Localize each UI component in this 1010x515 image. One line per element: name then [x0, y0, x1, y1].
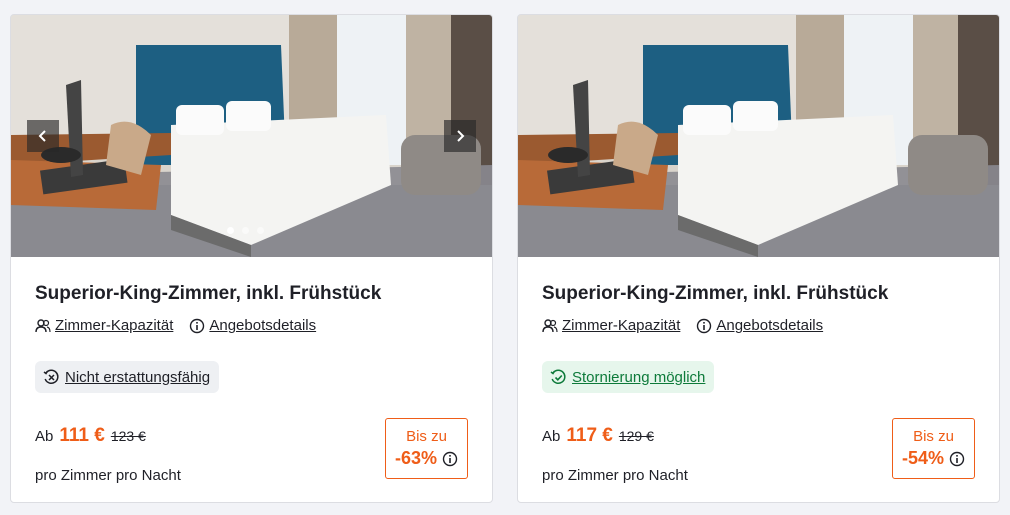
from-label: Ab — [35, 428, 54, 445]
cancellation-badge[interactable]: Nicht erstattungsfähig — [35, 361, 220, 393]
offer-details-link[interactable]: Angebotsdetails — [696, 317, 823, 334]
current-price: 111 € — [59, 425, 105, 446]
room-links: Zimmer-Kapazität Angebotsdetails — [542, 317, 823, 334]
info-icon — [697, 318, 712, 333]
per-night-label: pro Zimmer pro Nacht — [542, 467, 688, 484]
discount-box[interactable]: Bis zu -63% — [385, 418, 468, 479]
room-card: Superior-King-Zimmer, inkl. Frühstück Zi… — [10, 14, 493, 503]
info-icon — [949, 451, 965, 466]
gallery-dot[interactable] — [257, 227, 264, 234]
per-night-label: pro Zimmer pro Nacht — [35, 467, 181, 484]
people-icon — [542, 318, 558, 332]
room-card-body: Superior-King-Zimmer, inkl. Frühstück Zi… — [35, 257, 468, 502]
room-card-body: Superior-King-Zimmer, inkl. Frühstück Zi… — [542, 257, 975, 502]
original-price: 123 € — [110, 428, 146, 444]
chevron-left-icon — [38, 130, 46, 142]
price-row: Ab 117 € 129 € — [542, 425, 654, 447]
discount-percent: -63% — [394, 448, 438, 468]
check-clock-icon — [550, 369, 566, 384]
discount-upto-label: Bis zu — [406, 428, 447, 445]
chevron-right-icon — [457, 130, 465, 142]
current-price: 117 € — [566, 425, 613, 446]
info-icon — [190, 318, 205, 333]
discount-box[interactable]: Bis zu -54% — [892, 418, 975, 479]
gallery-next-button[interactable] — [444, 120, 476, 152]
cancellation-badge[interactable]: Stornierung möglich — [542, 361, 715, 393]
room-card: Superior-King-Zimmer, inkl. Frühstück Zi… — [517, 14, 1000, 503]
from-label: Ab — [542, 428, 561, 445]
gallery-dot[interactable] — [227, 227, 234, 234]
room-photo[interactable] — [518, 15, 999, 257]
capacity-link[interactable]: Zimmer-Kapazität — [35, 317, 173, 334]
room-title: Superior-King-Zimmer, inkl. Frühstück — [35, 283, 382, 304]
room-photo[interactable] — [11, 15, 492, 257]
no-refund-clock-icon — [43, 369, 59, 384]
gallery-prev-button[interactable] — [27, 120, 59, 152]
capacity-link[interactable]: Zimmer-Kapazität — [542, 317, 680, 334]
gallery-dots — [227, 227, 264, 234]
original-price: 129 € — [618, 428, 654, 444]
room-photo-image — [11, 15, 492, 257]
discount-upto-label: Bis zu — [913, 428, 954, 445]
discount-percent: -54% — [901, 448, 945, 468]
info-icon — [442, 451, 458, 466]
room-photo-image — [518, 15, 999, 257]
room-title: Superior-King-Zimmer, inkl. Frühstück — [542, 283, 889, 304]
people-icon — [35, 318, 51, 332]
offer-details-link[interactable]: Angebotsdetails — [189, 317, 316, 334]
gallery-dot[interactable] — [242, 227, 249, 234]
room-links: Zimmer-Kapazität Angebotsdetails — [35, 317, 316, 334]
price-row: Ab 111 € 123 € — [35, 425, 146, 447]
